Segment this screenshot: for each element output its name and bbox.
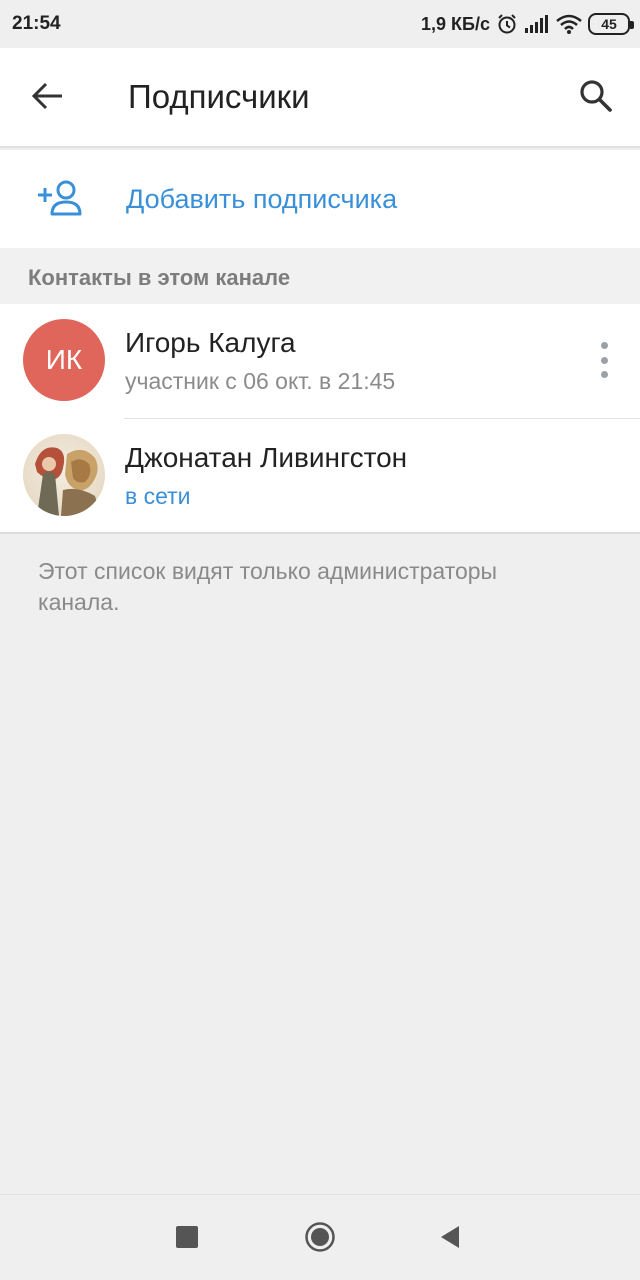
status-indicators: 1,9 КБ/с 45: [421, 11, 634, 37]
system-nav-bar: [0, 1194, 640, 1280]
contact-status: участник с 06 окт. в 21:45: [125, 368, 396, 394]
arrow-left-icon: [31, 82, 64, 115]
app-bar: Подписчики: [0, 48, 640, 148]
battery-icon: 45: [588, 13, 634, 35]
info-note: Этот список видят только администраторы …: [38, 558, 498, 615]
home-icon: [304, 1221, 336, 1258]
back-button[interactable]: [22, 74, 74, 122]
signal-icon: [524, 14, 550, 34]
back-triangle-icon: [439, 1225, 461, 1254]
home-button[interactable]: [296, 1217, 344, 1261]
section-title: Контакты в этом канале: [28, 265, 291, 290]
search-button[interactable]: [570, 74, 622, 122]
add-user-icon: [36, 178, 86, 223]
status-time: 21:54: [12, 13, 61, 34]
search-icon: [579, 79, 613, 118]
add-subscriber-label: Добавить подписчика: [126, 184, 398, 214]
recent-apps-icon: [176, 1225, 198, 1253]
recent-apps-button[interactable]: [163, 1217, 211, 1261]
photo-avatar: [23, 434, 105, 516]
contact-status: в сети: [125, 483, 191, 509]
nav-back-button[interactable]: [426, 1217, 474, 1261]
contacts-list: ИК Игорь Калуга участник с 06 окт. в 21:…: [0, 304, 640, 534]
more-options-button[interactable]: [596, 342, 612, 378]
list-item[interactable]: ИК Игорь Калуга участник с 06 окт. в 21:…: [0, 304, 640, 419]
avatar: ИК: [23, 319, 105, 401]
page-title: Подписчики: [128, 78, 310, 115]
contact-name: Джонатан Ливингстон: [125, 442, 408, 473]
add-subscriber-row[interactable]: Добавить подписчика: [0, 150, 640, 248]
status-bar: 21:54 1,9 КБ/с 45: [0, 0, 640, 48]
contact-name: Игорь Калуга: [125, 327, 296, 358]
section-header: Контакты в этом канале: [0, 248, 640, 304]
list-item[interactable]: Джонатан Ливингстон в сети: [0, 419, 640, 534]
wifi-icon: [556, 14, 582, 34]
network-speed: 1,9 КБ/с: [421, 13, 490, 34]
more-vertical-icon: [600, 342, 608, 349]
alarm-icon: [496, 13, 518, 35]
